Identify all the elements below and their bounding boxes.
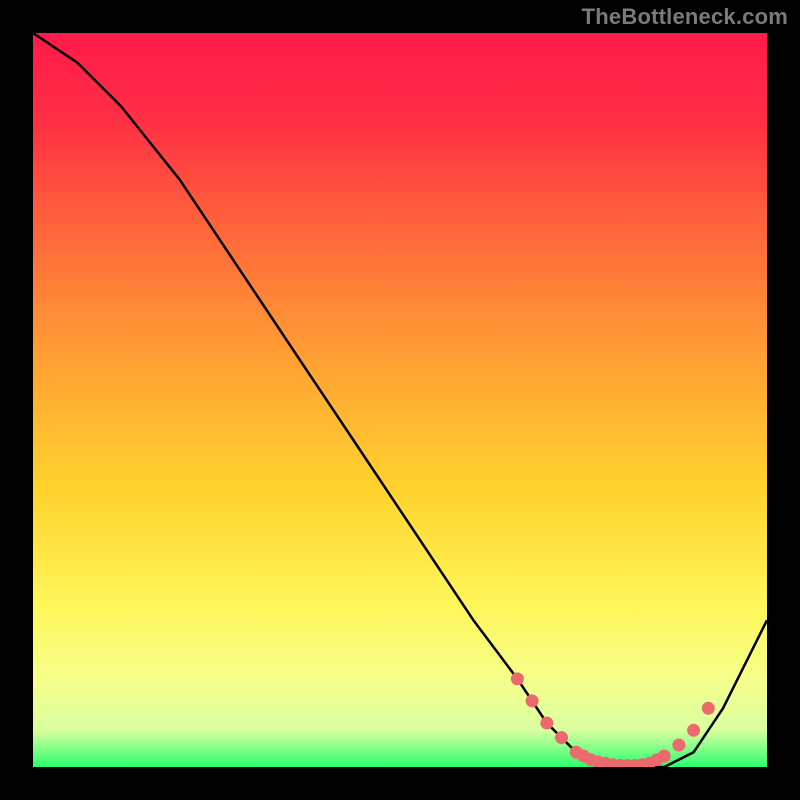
line-chart-svg (33, 33, 767, 767)
gradient-background (33, 33, 767, 767)
plot-area (33, 33, 767, 767)
highlight-point (673, 739, 685, 751)
highlight-point (526, 695, 538, 707)
highlight-point (541, 717, 553, 729)
highlight-point (556, 732, 568, 744)
watermark-text: TheBottleneck.com (582, 4, 788, 30)
chart-frame: TheBottleneck.com (0, 0, 800, 800)
highlight-point (688, 724, 700, 736)
highlight-point (511, 673, 523, 685)
highlight-point (658, 750, 670, 762)
highlight-point (702, 702, 714, 714)
